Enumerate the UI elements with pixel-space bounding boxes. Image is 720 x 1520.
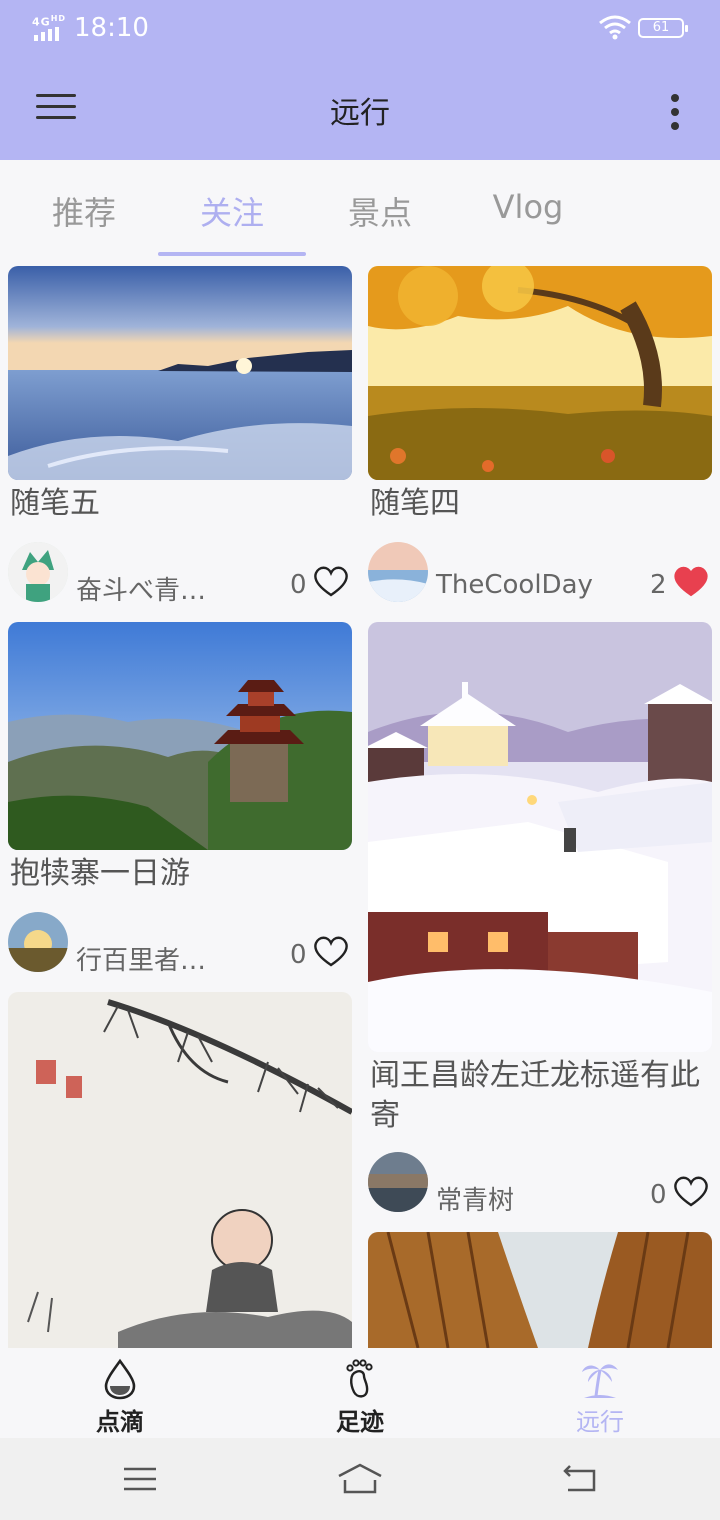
like-count: 2: [650, 570, 667, 600]
like-count: 0: [290, 570, 307, 600]
more-options-icon[interactable]: [668, 94, 682, 130]
post-image-1[interactable]: [8, 266, 352, 480]
author-name[interactable]: 奋斗べ青…: [76, 570, 206, 607]
nav-label: 足迹: [336, 1408, 384, 1436]
page-title: 远行: [330, 96, 390, 131]
wifi-icon: [599, 15, 631, 40]
status-bar: 4GHD 18:10 61: [0, 0, 720, 58]
nav-label: 点滴: [96, 1408, 144, 1436]
app-bar: 远行: [0, 58, 720, 160]
footprint-icon: [346, 1359, 373, 1398]
nav-item-footprints[interactable]: 足迹: [240, 1348, 480, 1438]
post-title[interactable]: 抱犊寨一日游: [10, 854, 190, 894]
avatar[interactable]: [368, 542, 428, 602]
avatar[interactable]: [8, 542, 68, 602]
bottom-nav: 点滴 足迹 远行: [0, 1348, 720, 1438]
post-title[interactable]: 随笔四: [370, 484, 460, 524]
system-nav-bar: [0, 1438, 720, 1520]
like-count: 0: [290, 940, 307, 970]
nav-label: 远行: [576, 1408, 624, 1436]
author-name[interactable]: TheCoolDay: [436, 570, 593, 600]
post-image-2[interactable]: [368, 266, 712, 480]
back-icon[interactable]: [562, 1464, 598, 1494]
clock: 18:10: [74, 13, 149, 43]
avatar[interactable]: [368, 1152, 428, 1212]
tab-follow[interactable]: 关注: [158, 188, 306, 234]
palm-tree-icon: [582, 1364, 618, 1398]
post-title[interactable]: 闻王昌龄左迁龙标遥有此寄: [370, 1056, 710, 1136]
post-image-4[interactable]: [368, 622, 712, 1052]
tab-attractions[interactable]: 景点: [306, 188, 454, 234]
heart-outline-icon[interactable]: [312, 934, 350, 968]
post-image-3[interactable]: [8, 622, 352, 850]
battery-icon: 61: [638, 18, 688, 38]
post-image-6[interactable]: [368, 1232, 712, 1348]
signal-icon: [34, 27, 59, 41]
author-name[interactable]: 行百里者…: [76, 940, 206, 977]
post-image-5[interactable]: [8, 992, 352, 1348]
like-count: 0: [650, 1180, 667, 1210]
water-drop-icon: [104, 1358, 136, 1400]
tab-bar: 推荐 关注 景点 Vlog: [0, 160, 720, 256]
heart-outline-icon[interactable]: [312, 564, 350, 598]
avatar[interactable]: [8, 912, 68, 972]
author-name[interactable]: 常青树: [436, 1180, 514, 1217]
heart-filled-icon[interactable]: [672, 564, 710, 598]
recent-apps-icon[interactable]: [122, 1466, 158, 1492]
heart-outline-icon[interactable]: [672, 1174, 710, 1208]
tab-indicator: [158, 252, 306, 256]
tab-vlog[interactable]: Vlog: [454, 188, 602, 226]
nav-item-drops[interactable]: 点滴: [0, 1348, 240, 1438]
home-icon[interactable]: [336, 1462, 384, 1494]
nav-item-travel[interactable]: 远行: [480, 1348, 720, 1438]
tab-recommend[interactable]: 推荐: [10, 188, 158, 234]
post-title[interactable]: 随笔五: [10, 484, 100, 524]
